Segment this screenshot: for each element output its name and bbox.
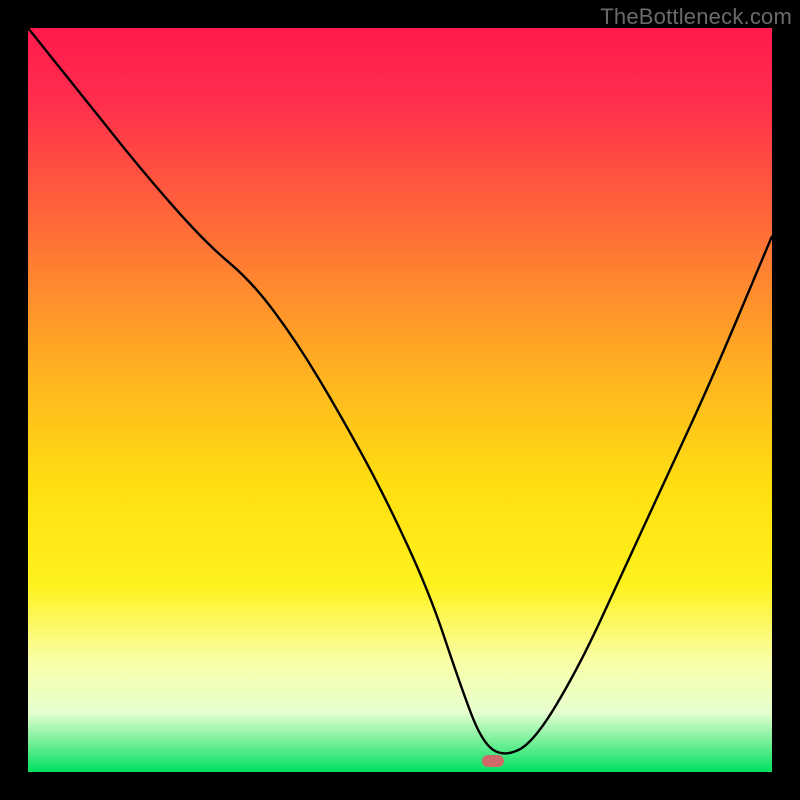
chart-container: TheBottleneck.com (0, 0, 800, 800)
plot-background-gradient (28, 28, 772, 772)
optimal-marker (482, 755, 504, 767)
attribution-text: TheBottleneck.com (600, 4, 792, 30)
